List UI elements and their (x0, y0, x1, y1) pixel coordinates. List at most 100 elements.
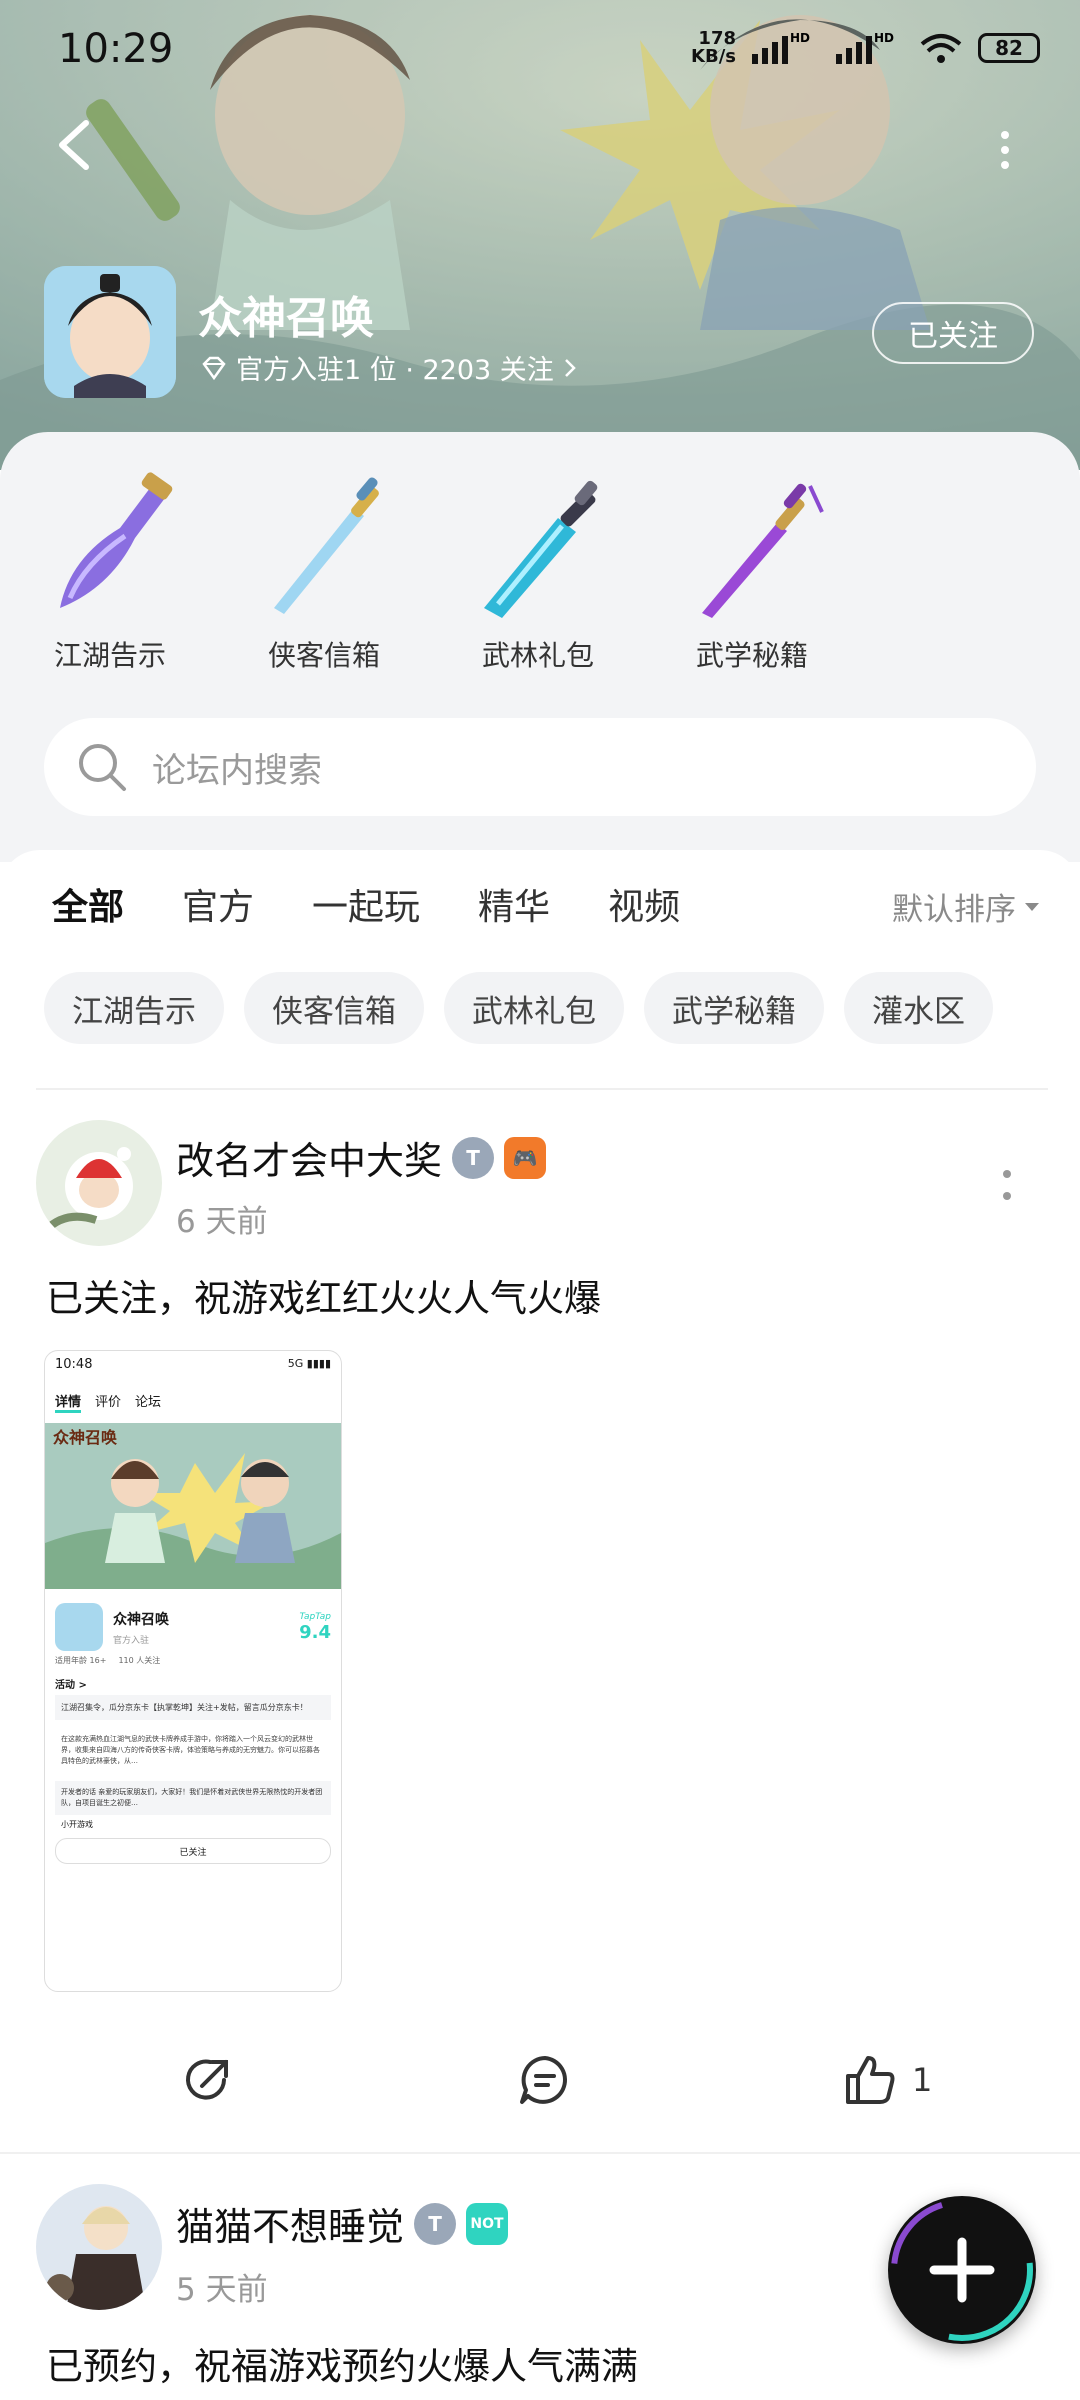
net-speed: 178 KB/s (691, 28, 736, 67)
shot-tab: 论坛 (135, 1395, 162, 1410)
share-action[interactable] (180, 2052, 236, 2108)
like-count: 1 (912, 2061, 933, 2099)
shot-tab: 评价 (95, 1395, 122, 1410)
back-arrow-icon[interactable] (50, 115, 100, 175)
search-placeholder: 论坛内搜索 (152, 750, 322, 791)
battery-level: 82 (995, 36, 1023, 60)
chip-water-zone[interactable]: 灌水区 (844, 972, 993, 1044)
status-icons: 178 KB/s HD HD 82 (691, 30, 1040, 66)
feed-tabs: 全部 官方 一起玩 精华 视频 (52, 878, 738, 938)
status-bar: 10:29 178 KB/s HD HD 82 (0, 0, 1080, 100)
thumbs-up-icon (846, 2056, 895, 2104)
chip-wuxue-secrets[interactable]: 武学秘籍 (644, 972, 824, 1044)
divider (36, 1088, 1048, 1090)
new-badge-icon: NOT (466, 2202, 509, 2245)
shot-time: 10:48 (55, 1357, 93, 1372)
sort-dropdown[interactable]: 默认排序 (892, 884, 1040, 929)
shot-studio: 小开游戏 (61, 1820, 93, 1829)
user-avatar-image (36, 2184, 162, 2310)
post-image[interactable]: 10:48 5G ▮▮▮▮ 详情 评价 论坛 众神召唤 众神召唤 官方入驻 Ta… (44, 1350, 342, 1992)
category-wulin-gift[interactable]: 武林礼包 (448, 468, 628, 674)
category-wuxue-secrets[interactable]: 武学秘籍 (662, 468, 842, 674)
tab-video[interactable]: 视频 (608, 878, 680, 930)
wifi-icon (920, 34, 962, 63)
tab-featured[interactable]: 精华 (478, 878, 550, 930)
forum-avatar-image (44, 266, 176, 398)
post-time: 5 天前 (176, 2272, 268, 2308)
forum-avatar[interactable] (44, 266, 176, 398)
post-divider (0, 2152, 1080, 2154)
username: 改名才会中大奖 (176, 1139, 443, 1183)
shot-game-name: 众神召唤 (113, 1611, 169, 1628)
level-badge-icon: T (414, 2202, 457, 2245)
more-vertical-icon[interactable] (990, 125, 1020, 175)
post-time: 6 天前 (176, 1204, 268, 1240)
category-label: 武林礼包 (481, 639, 594, 672)
new-post-button[interactable] (888, 2196, 1036, 2344)
category-xiake-mail[interactable]: 侠客信箱 (234, 468, 414, 674)
shot-followers: 110 人关注 (118, 1656, 161, 1665)
user-avatar[interactable] (36, 1120, 162, 1246)
shot-notice: 江湖召集令，瓜分京东卡【执掌乾坤】关注+发帖，留言瓜分京东卡！ (55, 1695, 331, 1720)
forum-title: 众神召唤 (198, 293, 374, 344)
shot-signal: 5G ▮▮▮▮ (287, 1357, 331, 1370)
purple-sword-icon (702, 483, 824, 618)
shot-game-tag: 官方入驻 (113, 1635, 150, 1646)
user-avatar[interactable] (36, 2184, 162, 2310)
blade-icon (60, 472, 173, 608)
comment-icon (520, 2056, 567, 2104)
category-jianghu-notice[interactable]: 江湖告示 (20, 468, 200, 674)
forum-meta-text: 官方入驻1 位 · 2203 关注 (236, 355, 554, 386)
shot-status: 10:48 5G ▮▮▮▮ (45, 1351, 341, 1381)
battery-icon: 82 (978, 33, 1040, 63)
forum-search-bar[interactable]: 论坛内搜索 (44, 718, 1036, 816)
tab-official[interactable]: 官方 (182, 878, 254, 930)
comment-action[interactable] (516, 2052, 574, 2108)
post-author[interactable]: 猫猫不想睡觉 T NOT (176, 2196, 509, 2251)
shot-follow-button: 已关注 (55, 1838, 331, 1864)
post-text[interactable]: 已预约，祝福游戏预约火爆人气满满 (46, 2336, 638, 2390)
post-text[interactable]: 已关注，祝游戏红红火火人气火爆 (46, 1268, 601, 1322)
shot-intro: 在这款充满热血江湖气息的武侠卡牌养成手游中，你将踏入一个风云变幻的武林世界，收集… (61, 1735, 320, 1765)
category-label: 武学秘籍 (695, 639, 808, 672)
shot-age: 适用年龄 16+ (55, 1656, 107, 1665)
tab-play-together[interactable]: 一起玩 (312, 878, 420, 930)
like-action[interactable]: 1 (842, 2052, 932, 2108)
shot-tab: 详情 (55, 1391, 82, 1413)
level-badge-icon: T (452, 1136, 495, 1179)
sword-icon (274, 477, 379, 614)
post-more-icon[interactable] (995, 1166, 1019, 1206)
username: 猫猫不想睡觉 (176, 2205, 405, 2249)
shot-banner-image: 众神召唤 (45, 1423, 341, 1589)
shot-tabs: 详情 评价 论坛 (45, 1381, 341, 1423)
player-badge-icon: 🎮 (504, 1136, 547, 1179)
chevron-right-icon (564, 358, 576, 377)
caret-down-icon (1025, 902, 1039, 911)
status-time: 10:29 (58, 26, 174, 72)
search-icon (79, 744, 126, 791)
user-avatar-image (36, 1120, 162, 1246)
follow-button[interactable]: 已关注 (872, 302, 1034, 364)
chip-jianghu-notice[interactable]: 江湖告示 (44, 972, 224, 1044)
svg-text:HD: HD (874, 31, 894, 45)
shot-banner-title: 众神召唤 (53, 1428, 118, 1447)
signal-icon-2: HD (836, 31, 894, 64)
tab-all[interactable]: 全部 (52, 878, 125, 938)
shot-activity: 活动 > (55, 1680, 87, 1691)
diamond-icon (202, 356, 226, 380)
share-icon (186, 2059, 228, 2100)
chip-wulin-gift[interactable]: 武林礼包 (444, 972, 624, 1044)
category-label: 江湖告示 (53, 639, 166, 672)
svg-text:HD: HD (790, 31, 810, 45)
broad-sword-icon (484, 480, 598, 618)
signal-icon: HD (752, 31, 810, 64)
category-chips: 江湖告示 侠客信箱 武林礼包 武学秘籍 灌水区 (44, 972, 993, 1044)
shot-game-icon (55, 1603, 103, 1651)
forum-meta[interactable]: 官方入驻1 位 · 2203 关注 (200, 348, 578, 387)
shot-score-brand: TapTap (299, 1611, 331, 1622)
shot-meta: 适用年龄 16+ 110 人关注 (45, 1655, 341, 1666)
post-author[interactable]: 改名才会中大奖 T 🎮 (176, 1130, 547, 1185)
category-label: 侠客信箱 (267, 639, 380, 672)
shot-game-row: 众神召唤 官方入驻 TapTap 9.4 (45, 1593, 341, 1655)
chip-xiake-mail[interactable]: 侠客信箱 (244, 972, 424, 1044)
